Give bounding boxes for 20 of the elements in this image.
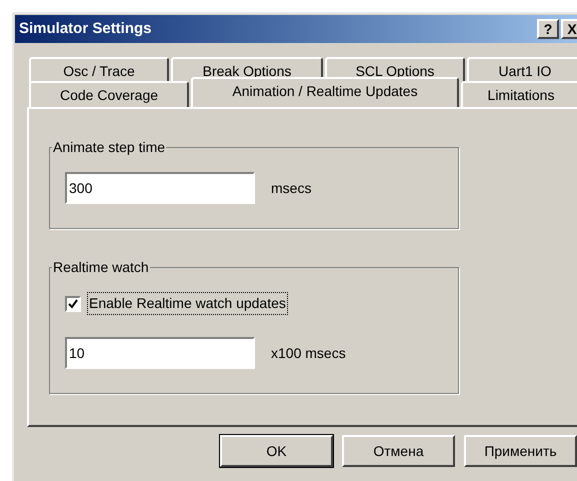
checkmark-icon [68,298,78,308]
group-title: Animate step time [52,138,166,157]
checkbox[interactable] [65,296,81,312]
dialog-button[interactable]: Отмена [342,435,455,467]
dialog-button[interactable]: Применить [464,435,577,467]
number-field[interactable]: 300 [65,172,255,204]
unit-label: msecs [271,178,312,198]
dialog-button[interactable]: OK [220,435,333,467]
unit-label: x100 msecs [271,344,346,362]
tab[interactable]: Code Coverage [29,81,189,107]
tab[interactable]: Uart1 IO [467,57,577,83]
checkbox-label: Enable Realtime watch updates [87,292,288,315]
number-field[interactable]: 10 [65,337,255,369]
tab[interactable]: Animation / Realtime Updates [191,77,459,107]
tab[interactable]: Osc / Trace [29,57,169,83]
close-button[interactable]: X [561,19,577,39]
tab[interactable]: Limitations [461,81,577,107]
window-title: Simulator Settings [19,18,152,39]
help-button[interactable]: ? [537,19,559,39]
group-title: Realtime watch [52,258,150,277]
